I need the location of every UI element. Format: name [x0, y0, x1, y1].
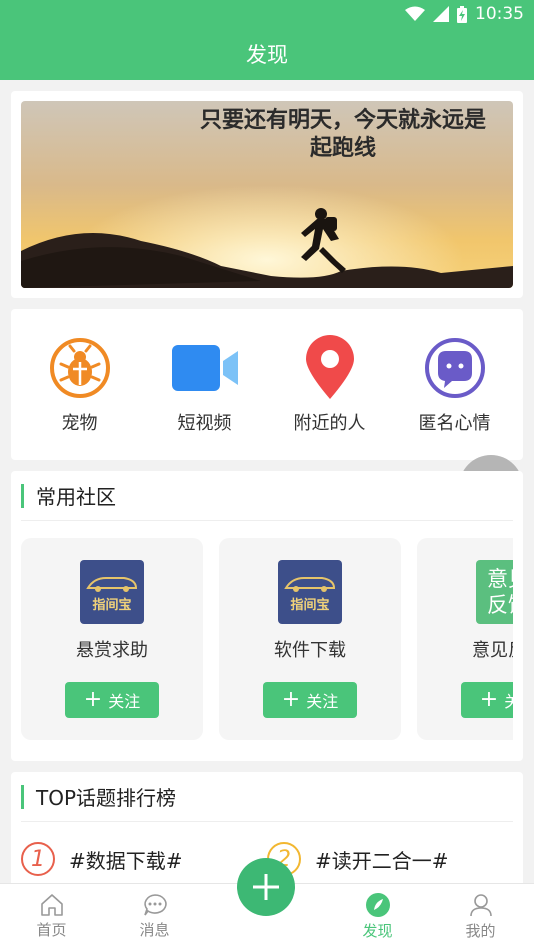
tab-home[interactable]: 首页 [0, 884, 103, 948]
section-title: 常用社区 [36, 485, 116, 509]
community-section: 常用社区 指间宝 悬赏求助 + 关注 指间宝 软件下载 + 关注 意 反 意见 … [11, 471, 523, 761]
follow-label: 关注 [504, 692, 513, 711]
community-card[interactable]: 意见反馈 意见反馈 + 关注 [417, 538, 513, 740]
battery-icon [457, 5, 467, 23]
plus-icon: + [479, 687, 499, 712]
bug-icon [47, 335, 113, 401]
section-title: TOP话题排行榜 [36, 786, 177, 810]
publish-button[interactable] [237, 858, 295, 916]
bottom-tab-bar: 首页 消息 发现 我的 [0, 858, 534, 948]
community-logo-text: 意见反馈 [487, 567, 513, 617]
section-accent-bar [21, 784, 24, 809]
community-logo: 指间宝 [278, 560, 342, 624]
rank-badge: 1 [21, 842, 55, 876]
chat-bubble-icon [422, 335, 488, 401]
plus-icon: + [83, 687, 103, 712]
community-list[interactable]: 指间宝 悬赏求助 + 关注 指间宝 软件下载 + 关注 意见反馈 意见反馈 [21, 538, 513, 740]
category-label: 短视频 [177, 412, 232, 434]
status-time: 10:35 [475, 4, 524, 24]
discover-icon [365, 892, 390, 917]
tab-discover[interactable]: 发现 [326, 884, 429, 948]
community-name: 悬赏求助 [76, 640, 148, 661]
banner-image[interactable]: 只要还有明天，今天就永远是起跑线 [21, 101, 513, 288]
follow-label: 关注 [108, 692, 141, 711]
plus-icon [253, 874, 279, 900]
tab-label: 首页 [36, 920, 67, 939]
user-icon [469, 893, 492, 916]
title-bar: 发现 [0, 28, 534, 80]
category-label: 附近的人 [293, 412, 366, 434]
community-card[interactable]: 指间宝 软件下载 + 关注 [219, 538, 401, 740]
community-logo-text: 指间宝 [92, 597, 132, 613]
home-icon [40, 893, 63, 916]
section-accent-bar [21, 483, 24, 508]
community-logo: 意见反馈 [476, 560, 513, 624]
category-anonymous-mood[interactable]: 匿名心情 [395, 335, 515, 435]
banner-card: 只要还有明天，今天就永远是起跑线 [11, 91, 523, 298]
community-name: 软件下载 [274, 640, 346, 661]
community-logo: 指间宝 [80, 560, 144, 624]
location-pin-icon [297, 334, 363, 401]
tab-label: 消息 [139, 920, 170, 939]
status-bar: 10:35 [0, 0, 534, 28]
wifi-icon [405, 6, 425, 21]
follow-button[interactable]: + 关注 [65, 682, 159, 718]
signal-icon [433, 6, 449, 22]
category-grid: 宠物 短视频 附近的人 匿名心情 [11, 309, 523, 460]
community-name: 意见反馈 [472, 640, 513, 661]
section-header: TOP话题排行榜 [21, 772, 513, 822]
video-camera-icon [171, 335, 238, 401]
category-short-video[interactable]: 短视频 [145, 335, 265, 435]
tab-label: 发现 [362, 921, 393, 940]
follow-label: 关注 [306, 692, 339, 711]
tab-mine[interactable]: 我的 [429, 884, 532, 948]
topic-item[interactable]: 2 #读开二合一# [267, 842, 513, 876]
plus-icon: + [281, 687, 301, 712]
topic-title: #读开二合一# [315, 848, 449, 873]
category-label: 匿名心情 [418, 412, 491, 434]
category-nearby[interactable]: 附近的人 [270, 334, 390, 435]
topic-title: #数据下载# [69, 848, 183, 873]
category-label: 宠物 [61, 412, 98, 434]
tab-label: 我的 [465, 921, 496, 940]
community-card[interactable]: 指间宝 悬赏求助 + 关注 [21, 538, 203, 740]
community-logo-text: 指间宝 [290, 597, 330, 613]
follow-button[interactable]: + 关注 [461, 682, 513, 718]
section-header: 常用社区 [21, 471, 513, 521]
banner-slogan: 只要还有明天，今天就永远是起跑线 [199, 108, 486, 161]
topic-item[interactable]: 1 #数据下载# [21, 842, 267, 876]
tab-publish[interactable] [206, 858, 326, 948]
category-pet[interactable]: 宠物 [20, 335, 140, 435]
follow-button[interactable]: + 关注 [263, 682, 357, 718]
page-title: 发现 [246, 43, 288, 67]
message-icon [143, 893, 167, 915]
tab-messages[interactable]: 消息 [103, 884, 206, 948]
